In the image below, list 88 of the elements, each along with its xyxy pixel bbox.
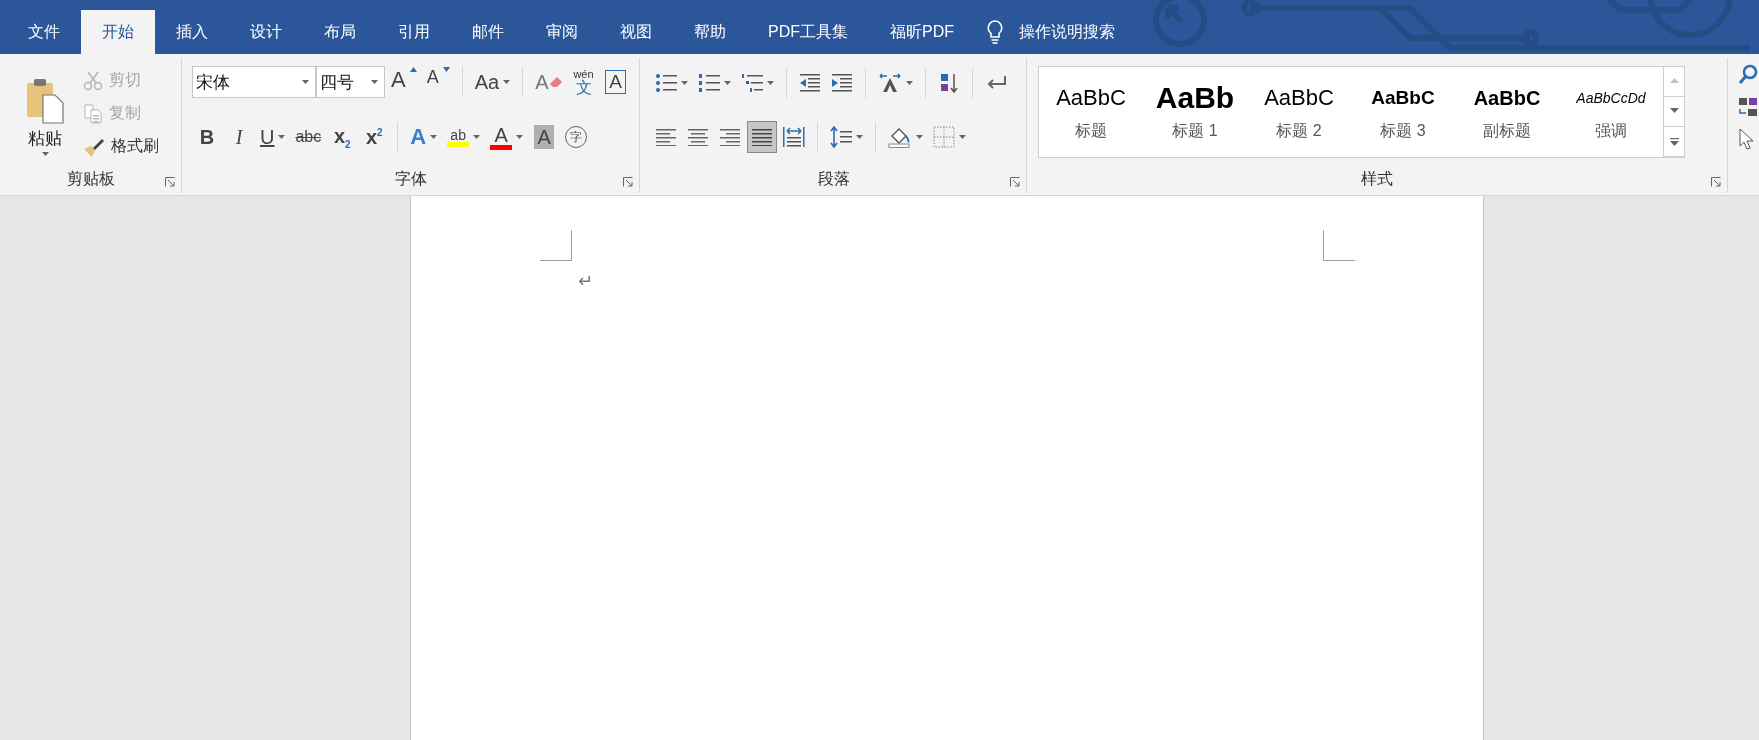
pointer-icon xyxy=(1738,128,1756,150)
ribbon-tab[interactable]: PDF工具集 xyxy=(747,10,869,54)
group-label: 字体 xyxy=(394,169,427,189)
group-label: 段落 xyxy=(817,169,850,189)
underline-button[interactable]: U xyxy=(256,121,290,153)
caret-icon xyxy=(916,135,923,139)
caret-icon xyxy=(430,135,438,139)
copy-icon xyxy=(83,103,103,124)
numbered-list-icon xyxy=(698,73,720,93)
paste-button[interactable]: 粘贴 xyxy=(14,62,76,170)
case-button[interactable]: Aa xyxy=(470,66,515,98)
justify-button[interactable] xyxy=(747,121,777,153)
justify-icon xyxy=(752,128,772,146)
caret-icon xyxy=(724,81,731,85)
caret-icon xyxy=(278,135,286,139)
highlight-button[interactable]: ab xyxy=(443,121,485,153)
font-size-field[interactable]: 四号 xyxy=(316,66,385,98)
caret-icon xyxy=(41,151,49,156)
superscript-button[interactable]: x$^{2}$ xyxy=(359,121,390,153)
distributed-icon xyxy=(783,127,805,147)
clipboard-icon xyxy=(25,76,65,125)
shading-button[interactable]: A xyxy=(529,121,560,153)
replace-icon xyxy=(1738,96,1758,118)
italic-button[interactable]: I xyxy=(224,121,254,153)
ribbon-tab[interactable]: 布局 xyxy=(303,10,377,54)
margin-corner-mark xyxy=(1323,230,1355,261)
align-left-icon xyxy=(656,128,676,146)
eraser-icon xyxy=(548,76,563,88)
format-painter-button[interactable]: 格式刷 xyxy=(78,130,164,163)
caret-icon xyxy=(473,135,481,139)
line-spacing-icon xyxy=(830,126,852,148)
align-center-icon xyxy=(688,128,708,146)
ribbon-tab[interactable]: 邮件 xyxy=(451,10,525,54)
dialog-launcher-icon xyxy=(623,177,633,187)
group-label: 样式 xyxy=(1361,169,1393,189)
dialog-launcher-icon xyxy=(1010,177,1020,187)
strike-button[interactable]: abc xyxy=(291,121,326,153)
caret-icon xyxy=(959,135,966,139)
ribbon-tab[interactable]: 视图 xyxy=(599,10,673,54)
caret-icon xyxy=(856,135,863,139)
bold-button[interactable]: B xyxy=(192,121,222,153)
caret-icon xyxy=(302,80,309,84)
paragraph-mark: ↵ xyxy=(578,271,594,291)
search-icon xyxy=(1738,64,1758,86)
font-color-button[interactable]: A xyxy=(486,121,528,153)
lightbulb-icon xyxy=(987,20,1003,44)
ribbon-tab[interactable]: 开始 xyxy=(81,10,155,54)
ribbon-tab[interactable]: 插入 xyxy=(155,10,229,54)
paintbrush-icon xyxy=(83,136,105,157)
ribbon-tab[interactable]: 引用 xyxy=(377,10,451,54)
align-right-icon xyxy=(720,128,740,146)
multilevel-list-icon xyxy=(741,73,763,93)
caret-icon xyxy=(516,135,524,139)
up-triangle-icon xyxy=(409,67,417,72)
caret-icon xyxy=(906,81,913,85)
caret-icon xyxy=(681,81,688,85)
shrink-button[interactable]: A xyxy=(422,66,454,98)
down-triangle-icon xyxy=(442,67,450,72)
scroll-down-icon xyxy=(1669,107,1679,116)
bullet-list-icon xyxy=(655,73,677,93)
tell-me-search[interactable]: 操作说明搜索 xyxy=(1019,21,1115,43)
paint-bucket-icon xyxy=(888,126,912,148)
ribbon-tab[interactable]: 帮助 xyxy=(673,10,747,54)
dialog-launcher-icon xyxy=(165,177,175,187)
margin-corner-mark xyxy=(540,230,572,261)
sort-icon xyxy=(939,72,959,94)
effects-button[interactable]: A xyxy=(406,121,442,153)
borders-grid-icon xyxy=(933,126,955,148)
font-name-field[interactable]: 宋体 xyxy=(192,66,316,98)
ribbon-tab[interactable]: 福昕PDF xyxy=(869,10,975,54)
text-direction-icon xyxy=(878,73,902,93)
dialog-launcher-icon xyxy=(1711,177,1721,187)
clear-button[interactable]: A xyxy=(531,66,567,98)
ribbon-tab[interactable]: 审阅 xyxy=(525,10,599,54)
phonetic-button[interactable]: wén 文 xyxy=(568,66,599,98)
increase-indent-icon xyxy=(831,73,853,93)
more-icon xyxy=(1669,137,1679,146)
scissors-icon xyxy=(83,70,103,91)
ribbon-tab[interactable]: 文件 xyxy=(7,10,81,54)
group-label: 剪贴板 xyxy=(66,169,115,189)
caret-icon xyxy=(767,81,774,85)
grow-button[interactable]: A xyxy=(387,66,421,98)
decrease-indent-icon xyxy=(799,73,821,93)
caret-icon xyxy=(503,80,511,84)
ribbon-tab[interactable]: 设计 xyxy=(229,10,303,54)
caret-icon xyxy=(371,80,378,84)
subscript-button[interactable]: x$_{2}$ xyxy=(327,121,358,153)
scroll-up-icon xyxy=(1669,77,1679,86)
